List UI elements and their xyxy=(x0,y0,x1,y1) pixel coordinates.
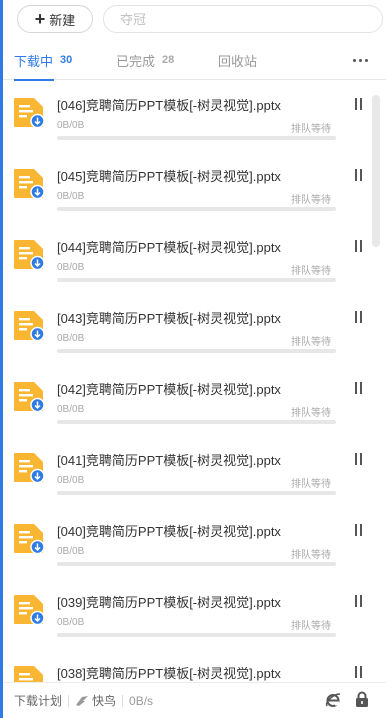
file-name: [040]竞聘简历PPT模板[-树灵视觉].pptx xyxy=(57,524,281,539)
more-dot xyxy=(352,58,356,62)
document-download-icon xyxy=(14,453,45,483)
pause-icon[interactable] xyxy=(353,382,365,394)
new-download-button[interactable]: + 新建 xyxy=(17,5,93,33)
download-status: 排队等待 xyxy=(291,408,331,419)
download-list: [046]竞聘简历PPT模板[-树灵视觉].pptx 0B/0B 排队等待 [045]… xyxy=(3,81,370,682)
progress-bar xyxy=(57,491,336,495)
more-menu-button[interactable] xyxy=(351,53,369,67)
file-size: 0B/0B xyxy=(57,120,85,131)
more-dot xyxy=(364,58,368,62)
tab-recycle-bin[interactable]: 回收站 xyxy=(218,40,257,80)
search-input[interactable] xyxy=(103,5,383,33)
file-size: 0B/0B xyxy=(57,191,85,202)
pause-icon[interactable] xyxy=(353,98,365,110)
download-status: 排队等待 xyxy=(291,266,331,277)
file-name: [044]竞聘简历PPT模板[-树灵视觉].pptx xyxy=(57,240,281,255)
tab-downloading[interactable]: 下载中 30 xyxy=(14,40,73,81)
document-download-icon xyxy=(14,524,45,554)
status-footer: 下载计划 快鸟 0B/s xyxy=(3,682,386,718)
progress-bar xyxy=(57,633,336,637)
ie-browser-icon[interactable] xyxy=(325,692,341,708)
download-status: 排队等待 xyxy=(291,550,331,561)
download-status: 排队等待 xyxy=(291,621,331,632)
file-name: [042]竞聘简历PPT模板[-树灵视觉].pptx xyxy=(57,382,281,397)
new-button-label: 新建 xyxy=(49,12,76,28)
file-size: 0B/0B xyxy=(57,475,85,486)
file-name: [045]竞聘简历PPT模板[-树灵视觉].pptx xyxy=(57,169,281,184)
footer-divider xyxy=(68,694,70,707)
progress-bar xyxy=(57,420,336,424)
more-dot xyxy=(358,58,362,62)
document-download-icon xyxy=(14,666,43,682)
download-plan-button[interactable]: 下载计划 xyxy=(14,692,62,709)
download-item[interactable]: [044]竞聘简历PPT模板[-树灵视觉].pptx 0B/0B 排队等待 xyxy=(3,223,370,294)
document-download-icon xyxy=(14,240,45,270)
pause-icon[interactable] xyxy=(353,311,365,323)
file-size: 0B/0B xyxy=(57,617,85,628)
pause-icon[interactable] xyxy=(353,240,365,252)
plus-icon: + xyxy=(34,9,46,29)
footer-divider xyxy=(122,694,124,707)
lock-icon[interactable] xyxy=(355,691,369,708)
download-item[interactable]: [040]竞聘简历PPT模板[-树灵视觉].pptx 0B/0B 排队等待 xyxy=(3,507,370,578)
scrollbar-thumb[interactable] xyxy=(372,95,380,247)
file-name: [038]竞聘简历PPT模板[-树灵视觉].pptx xyxy=(57,666,281,681)
document-download-icon xyxy=(14,595,45,625)
pause-icon[interactable] xyxy=(353,169,365,181)
progress-bar xyxy=(57,562,336,566)
file-name: [039]竞聘简历PPT模板[-树灵视觉].pptx xyxy=(57,595,281,610)
download-status: 排队等待 xyxy=(291,337,331,348)
file-size: 0B/0B xyxy=(57,262,85,273)
tab-downloading-count: 30 xyxy=(60,54,73,66)
tab-downloading-label: 下载中 xyxy=(14,53,54,69)
download-item[interactable]: [038]竞聘简历PPT模板[-树灵视觉].pptx0B/0B排队等待 xyxy=(3,649,370,682)
progress-bar xyxy=(57,207,336,211)
tab-completed-count: 28 xyxy=(162,54,175,66)
pause-icon[interactable] xyxy=(353,524,365,536)
download-item[interactable]: [041]竞聘简历PPT模板[-树灵视觉].pptx 0B/0B 排队等待 xyxy=(3,436,370,507)
file-name: [043]竞聘简历PPT模板[-树灵视觉].pptx xyxy=(57,311,281,326)
document-download-icon xyxy=(14,382,45,412)
fast-bird-label: 快鸟 xyxy=(92,694,117,708)
download-status: 排队等待 xyxy=(291,124,331,135)
download-status: 排队等待 xyxy=(291,479,331,490)
file-name: [041]竞聘简历PPT模板[-树灵视觉].pptx xyxy=(57,453,281,468)
download-item[interactable]: [039]竞聘简历PPT模板[-树灵视觉].pptx 0B/0B 排队等待 xyxy=(3,578,370,649)
pause-icon[interactable] xyxy=(353,666,365,678)
tab-completed-label: 已完成 xyxy=(116,53,156,69)
document-download-icon xyxy=(14,311,45,341)
document-download-icon xyxy=(14,169,45,199)
download-item[interactable]: [045]竞聘简历PPT模板[-树灵视觉].pptx 0B/0B 排队等待 xyxy=(3,152,370,223)
progress-bar xyxy=(57,136,336,140)
download-status: 排队等待 xyxy=(291,195,331,206)
file-size: 0B/0B xyxy=(57,333,85,344)
download-item[interactable]: [042]竞聘简历PPT模板[-树灵视觉].pptx 0B/0B 排队等待 xyxy=(3,365,370,436)
download-item[interactable]: [043]竞聘简历PPT模板[-树灵视觉].pptx 0B/0B 排队等待 xyxy=(3,294,370,365)
bird-icon xyxy=(76,695,89,706)
tab-bar: 下载中 30 已完成 28 回收站 xyxy=(3,40,386,81)
download-item[interactable]: [046]竞聘简历PPT模板[-树灵视觉].pptx 0B/0B 排队等待 xyxy=(3,81,370,152)
pause-icon[interactable] xyxy=(353,453,365,465)
top-bar: + 新建 xyxy=(3,0,386,40)
file-name: [046]竞聘简历PPT模板[-树灵视觉].pptx xyxy=(57,98,281,113)
document-download-icon xyxy=(14,98,45,128)
file-size: 0B/0B xyxy=(57,546,85,557)
progress-bar xyxy=(57,278,336,282)
tab-completed[interactable]: 已完成 28 xyxy=(116,40,174,80)
fast-bird-button[interactable]: 快鸟 xyxy=(75,692,116,709)
tab-recycle-bin-label: 回收站 xyxy=(218,53,258,69)
progress-bar xyxy=(57,349,336,353)
download-speed: 0B/s xyxy=(129,693,154,708)
file-size: 0B/0B xyxy=(57,404,85,415)
pause-icon[interactable] xyxy=(353,595,365,607)
